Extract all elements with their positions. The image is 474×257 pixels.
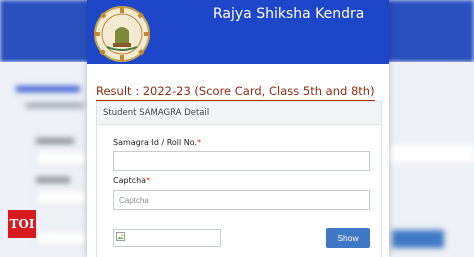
background-title-blur — [16, 86, 80, 92]
background-field-blur — [36, 150, 88, 166]
background-button-blur — [392, 230, 444, 248]
required-mark: * — [197, 138, 202, 147]
background-field-blur — [388, 145, 474, 163]
panel-heading: Student SAMAGRA Detail — [97, 102, 381, 125]
background-label-blur — [36, 138, 74, 144]
student-detail-panel: Student SAMAGRA Detail Samagra Id / Roll… — [96, 101, 382, 257]
toi-logo: TOI — [8, 210, 36, 238]
background-captcha-blur — [36, 230, 88, 246]
required-mark: * — [146, 176, 151, 185]
captcha-image — [113, 229, 221, 247]
background-field-blur — [36, 189, 88, 205]
background-subtitle-blur — [26, 103, 84, 108]
captcha-label: Captcha* — [113, 176, 150, 185]
result-title: Result : 2022-23 (Score Card, Class 5th … — [96, 84, 375, 102]
background-label-blur — [36, 177, 70, 183]
captcha-label-text: Captcha — [113, 176, 147, 185]
site-title: Rajya Shiksha Kendra — [213, 6, 365, 22]
site-header: Rajya Shiksha Kendra — [87, 0, 389, 64]
samagra-input[interactable] — [113, 151, 370, 171]
state-emblem-icon — [94, 6, 150, 62]
samagra-label: Samagra Id / Roll No.* — [113, 138, 201, 147]
result-card: Rajya Shiksha Kendra Result : 2022-23 (S… — [87, 0, 389, 257]
broken-image-icon — [116, 232, 125, 241]
samagra-label-text: Samagra Id / Roll No. — [113, 138, 198, 147]
show-button[interactable]: Show — [326, 228, 370, 248]
captcha-input[interactable] — [113, 190, 370, 210]
